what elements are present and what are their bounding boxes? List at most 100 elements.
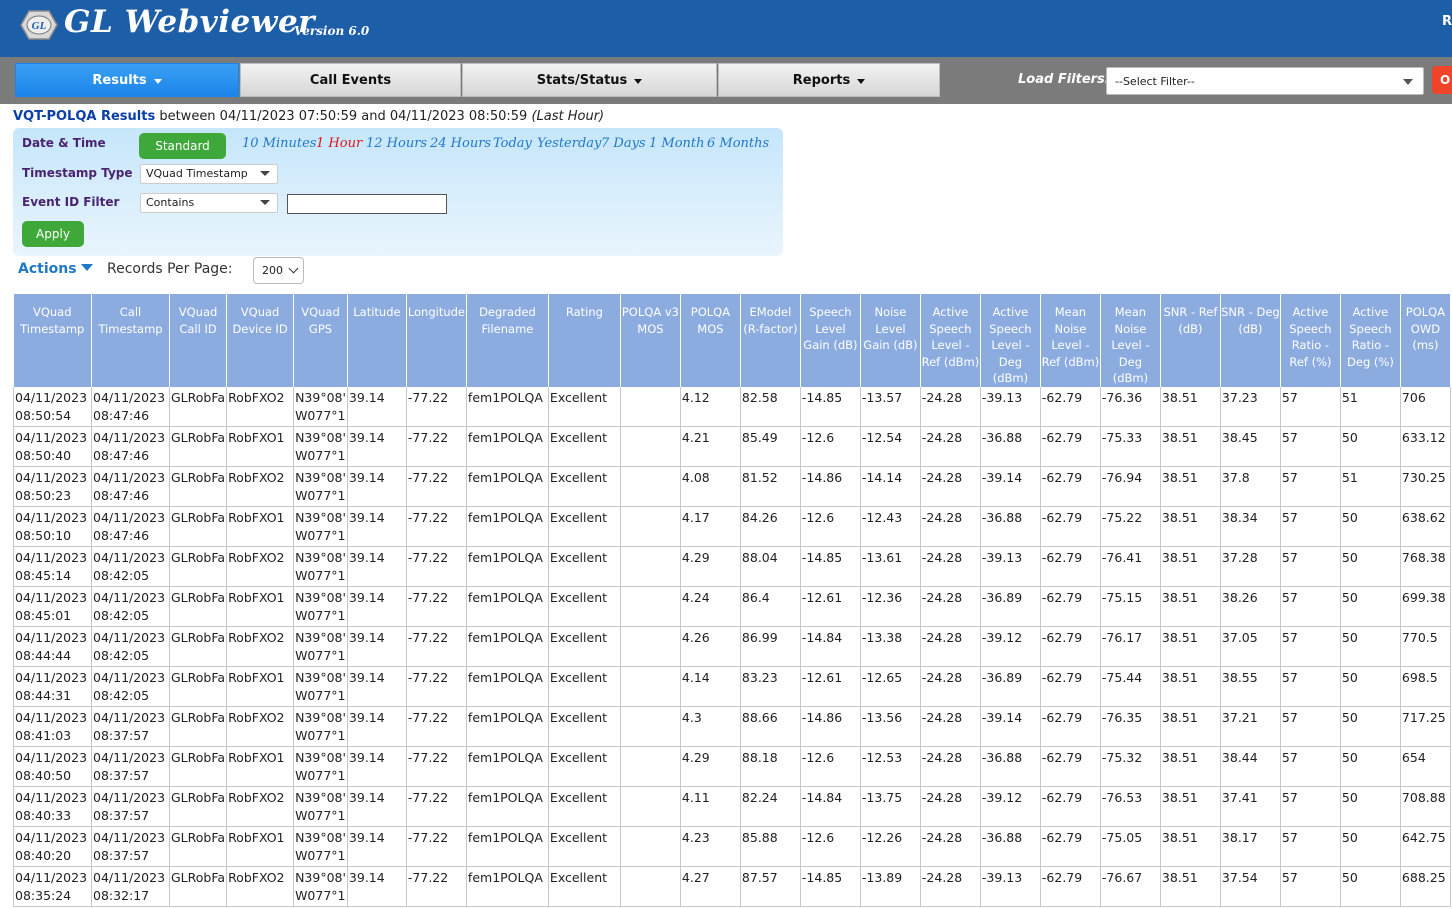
column-header[interactable]: VQuad Timestamp <box>13 294 92 387</box>
range-10-minutes[interactable]: 10 Minutes <box>242 136 316 151</box>
table-cell: -12.6 <box>800 746 861 787</box>
table-cell: -36.89 <box>980 586 1041 627</box>
table-cell: -62.79 <box>1040 786 1101 827</box>
table-row[interactable]: 04/11/2023 08:41:03 04/11/2023 08:37:57 GL… <box>13 706 1451 747</box>
column-header[interactable]: Active Speech Ratio - Deg (%) <box>1340 294 1401 387</box>
table-cell: -77.22 <box>406 386 467 427</box>
range-6-months[interactable]: 6 Months <box>707 136 769 151</box>
table-row[interactable]: 04/11/2023 08:45:14 04/11/2023 08:42:05 GL… <box>13 546 1451 587</box>
column-header[interactable]: POLQA OWD (ms) <box>1400 294 1451 387</box>
table-row[interactable]: 04/11/2023 08:45:01 04/11/2023 08:42:05 GL… <box>13 586 1451 627</box>
table-cell: 51 <box>1340 386 1401 427</box>
table-cell: 04/11/2023 08:42:05 <box>91 546 170 587</box>
range-7-days[interactable]: 7 Days <box>601 136 646 151</box>
column-header[interactable]: VQuad GPS <box>293 294 348 387</box>
table-cell: -75.05 <box>1100 826 1161 867</box>
apply-button[interactable]: Apply <box>22 221 84 247</box>
table-cell: RobFXO2 <box>226 546 295 587</box>
table-cell: 57 <box>1280 786 1341 827</box>
range-12-hours[interactable]: 12 Hours <box>366 136 427 151</box>
table-cell: 50 <box>1340 666 1401 707</box>
event-id-input[interactable] <box>287 194 447 214</box>
load-filter-value: --Select Filter-- <box>1115 74 1195 88</box>
table-cell: -76.53 <box>1100 786 1161 827</box>
range-1-month[interactable]: 1 Month <box>649 136 705 151</box>
column-header[interactable]: SNR - Deg (dB) <box>1220 294 1281 387</box>
column-header[interactable]: Degraded Filename <box>466 294 549 387</box>
table-cell: 87.57 <box>740 866 801 907</box>
table-cell: 37.28 <box>1220 546 1281 587</box>
records-per-page-select[interactable]: 200 <box>253 257 304 284</box>
tab-stats-status[interactable]: Stats/Status <box>462 63 717 97</box>
column-header[interactable]: Latitude <box>347 294 407 387</box>
column-header[interactable]: Mean Noise Level - Ref (dBm) <box>1040 294 1101 387</box>
tab-results[interactable]: Results <box>15 63 239 97</box>
range-1-hour[interactable]: 1 Hour <box>316 136 362 151</box>
table-cell: RobFXO2 <box>226 386 295 427</box>
table-cell: 37.54 <box>1220 866 1281 907</box>
column-header[interactable]: SNR - Ref (dB) <box>1160 294 1221 387</box>
table-row[interactable]: 04/11/2023 08:40:33 04/11/2023 08:37:57 GL… <box>13 786 1451 827</box>
table-cell: 86.4 <box>740 586 801 627</box>
open-filter-button[interactable]: O <box>1432 66 1452 94</box>
table-cell: 85.88 <box>740 826 801 867</box>
table-row[interactable]: 04/11/2023 08:50:10 04/11/2023 08:47:46 GL… <box>13 506 1451 547</box>
event-id-mode-select[interactable]: Contains <box>140 193 278 213</box>
table-row[interactable]: 04/11/2023 08:35:24 04/11/2023 08:32:17 GL… <box>13 866 1451 907</box>
range-24-hours[interactable]: 24 Hours <box>430 136 491 151</box>
table-cell: RobFXO1 <box>226 506 295 547</box>
tab-call-events-label: Call Events <box>309 72 392 88</box>
table-cell: N39°08' W077°1 <box>293 586 348 627</box>
table-cell: GLRobFa <box>169 666 228 707</box>
table-row[interactable]: 04/11/2023 08:40:50 04/11/2023 08:37:57 GL… <box>13 746 1451 787</box>
header-user-link[interactable]: R <box>1442 14 1452 29</box>
table-cell: 04/11/2023 08:37:57 <box>91 786 170 827</box>
column-header[interactable]: Longitude <box>406 294 467 387</box>
table-cell: fem1POLQA <box>466 626 549 667</box>
table-row[interactable]: 04/11/2023 08:40:20 04/11/2023 08:37:57 GL… <box>13 826 1451 867</box>
column-header[interactable]: POLQA v3 MOS <box>620 294 681 387</box>
column-header[interactable]: Active Speech Ratio - Ref (%) <box>1280 294 1341 387</box>
column-header[interactable]: EModel (R-factor) <box>740 294 801 387</box>
table-row[interactable]: 04/11/2023 08:50:23 04/11/2023 08:47:46 GL… <box>13 466 1451 507</box>
dropdown-arrow-icon <box>260 171 270 176</box>
column-header[interactable]: Active Speech Level - Ref (dBm) <box>920 294 981 387</box>
table-cell: 86.99 <box>740 626 801 667</box>
column-header[interactable]: Rating <box>548 294 621 387</box>
table-cell: -76.41 <box>1100 546 1161 587</box>
table-cell: -62.79 <box>1040 466 1101 507</box>
column-header[interactable]: Active Speech Level - Deg (dBm) <box>980 294 1041 387</box>
table-cell <box>620 746 681 787</box>
timestamp-type-select[interactable]: VQuad Timestamp <box>140 164 278 184</box>
actions-menu[interactable]: Actions <box>18 261 93 277</box>
table-cell: GLRobFa <box>169 786 228 827</box>
range-today[interactable]: Today <box>493 136 532 151</box>
tab-call-events[interactable]: Call Events <box>240 63 461 97</box>
range-yesterday[interactable]: Yesterday <box>537 136 601 151</box>
table-cell: -12.61 <box>800 586 861 627</box>
table-cell: -75.32 <box>1100 746 1161 787</box>
load-filter-select[interactable]: --Select Filter-- <box>1106 67 1424 95</box>
table-cell: N39°08' W077°1 <box>293 786 348 827</box>
table-cell: RobFXO2 <box>226 466 295 507</box>
column-header[interactable]: POLQA MOS <box>680 294 741 387</box>
column-header[interactable]: Mean Noise Level - Deg (dBm) <box>1100 294 1161 387</box>
column-header[interactable]: Noise Level Gain (dB) <box>860 294 921 387</box>
standard-button[interactable]: Standard <box>139 133 226 159</box>
table-row[interactable]: 04/11/2023 08:50:40 04/11/2023 08:47:46 GL… <box>13 426 1451 467</box>
column-header[interactable]: VQuad Call ID <box>169 294 228 387</box>
table-body: 04/11/2023 08:50:54 04/11/2023 08:47:46 GL… <box>13 386 1451 907</box>
table-cell: -14.84 <box>800 626 861 667</box>
column-header[interactable]: Call Timestamp <box>91 294 170 387</box>
table-row[interactable]: 04/11/2023 08:50:54 04/11/2023 08:47:46 GL… <box>13 386 1451 427</box>
table-cell: 4.27 <box>680 866 741 907</box>
table-cell: 04/11/2023 08:44:31 <box>13 666 92 707</box>
table-cell: fem1POLQA <box>466 746 549 787</box>
tab-reports[interactable]: Reports <box>718 63 940 97</box>
table-cell: 38.51 <box>1160 626 1221 667</box>
table-row[interactable]: 04/11/2023 08:44:31 04/11/2023 08:42:05 GL… <box>13 666 1451 707</box>
column-header[interactable]: Speech Level Gain (dB) <box>800 294 861 387</box>
column-header[interactable]: VQuad Device ID <box>226 294 295 387</box>
table-cell: 04/11/2023 08:45:14 <box>13 546 92 587</box>
table-row[interactable]: 04/11/2023 08:44:44 04/11/2023 08:42:05 GL… <box>13 626 1451 667</box>
